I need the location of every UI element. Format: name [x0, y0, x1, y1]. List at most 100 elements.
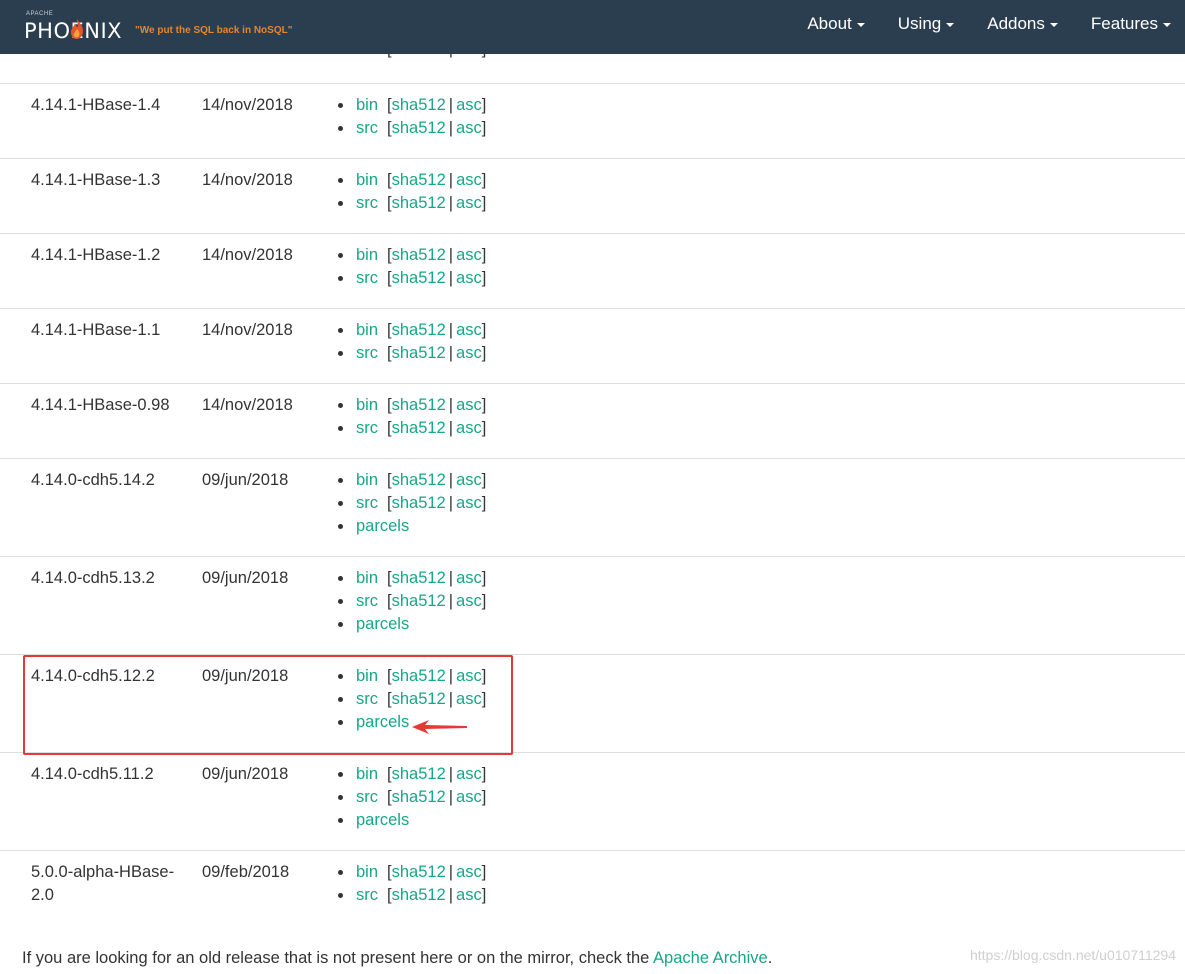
- asc-link[interactable]: asc: [456, 665, 482, 688]
- bin-link[interactable]: bin: [356, 94, 378, 117]
- asc-link[interactable]: asc: [456, 394, 482, 417]
- sha512-link[interactable]: sha512: [392, 861, 446, 884]
- sha512-link[interactable]: sha512: [392, 469, 446, 492]
- bin-link[interactable]: bin: [356, 665, 378, 688]
- separator: |: [448, 246, 454, 264]
- sha512-link[interactable]: sha512: [392, 192, 446, 215]
- bin-link[interactable]: bin: [356, 319, 378, 342]
- src-link[interactable]: src: [356, 267, 378, 290]
- src-link[interactable]: src: [356, 688, 378, 711]
- bin-link[interactable]: bin: [356, 244, 378, 267]
- asc-link[interactable]: asc: [456, 469, 482, 492]
- sha512-link[interactable]: sha512: [392, 665, 446, 688]
- bracket-close: ]: [481, 886, 487, 904]
- separator: |: [448, 667, 454, 685]
- separator: |: [448, 269, 454, 287]
- sha512-link[interactable]: sha512: [392, 417, 446, 440]
- sha512-link[interactable]: sha512: [392, 117, 446, 140]
- bin-link[interactable]: bin: [356, 394, 378, 417]
- parcels-link[interactable]: parcels: [356, 711, 409, 734]
- nav-addons[interactable]: Addons: [987, 14, 1058, 34]
- asc-link[interactable]: asc: [456, 244, 482, 267]
- separator: |: [448, 171, 454, 189]
- src-link[interactable]: src: [356, 342, 378, 365]
- separator: |: [448, 471, 454, 489]
- src-link[interactable]: src: [356, 884, 378, 907]
- parcels-link[interactable]: parcels: [356, 515, 409, 538]
- sha512-link[interactable]: sha512: [392, 319, 446, 342]
- sha512-link[interactable]: sha512: [392, 590, 446, 613]
- bin-link[interactable]: bin: [356, 567, 378, 590]
- src-link[interactable]: src: [356, 417, 378, 440]
- apache-archive-link[interactable]: Apache Archive: [653, 949, 768, 967]
- sha512-link[interactable]: sha512: [392, 688, 446, 711]
- red-arrow-annotation: [412, 720, 467, 734]
- asc-link[interactable]: asc: [456, 169, 482, 192]
- asc-link[interactable]: asc: [456, 567, 482, 590]
- asc-link[interactable]: asc: [456, 319, 482, 342]
- bin-link[interactable]: bin: [356, 763, 378, 786]
- download-links: bin[sha512 | asc] src[sha512 | asc]: [338, 169, 486, 215]
- bin-line: bin[sha512 | asc]: [338, 861, 486, 884]
- nav-about[interactable]: About: [807, 14, 865, 34]
- sha512-link[interactable]: sha512: [392, 169, 446, 192]
- nav-features[interactable]: Features: [1091, 14, 1171, 34]
- asc-link[interactable]: asc: [456, 117, 482, 140]
- src-link[interactable]: src: [356, 492, 378, 515]
- bullet: [338, 351, 343, 356]
- src-link[interactable]: src: [356, 590, 378, 613]
- asc-link[interactable]: asc: [456, 267, 482, 290]
- src-line: src[sha512 | asc]: [338, 267, 486, 290]
- asc-link[interactable]: asc: [456, 492, 482, 515]
- release-date: 09/feb/2018: [202, 863, 290, 881]
- bracket-close: ]: [481, 344, 487, 362]
- bin-link[interactable]: bin: [356, 169, 378, 192]
- sha512-link[interactable]: sha512: [392, 567, 446, 590]
- sha512-link[interactable]: sha512: [392, 394, 446, 417]
- sha512-link[interactable]: sha512: [392, 786, 446, 809]
- release-date: 09/jun/2018: [202, 667, 289, 685]
- src-link[interactable]: src: [356, 786, 378, 809]
- bullet: [338, 697, 343, 702]
- separator: |: [448, 569, 454, 587]
- release-version: 4.14.0-cdh5.13.2: [31, 569, 155, 587]
- asc-link[interactable]: asc: [456, 192, 482, 215]
- asc-link[interactable]: asc: [456, 590, 482, 613]
- nav-features-label: Features: [1090, 14, 1158, 33]
- bracket-close: ]: [481, 765, 487, 783]
- bullet: [338, 818, 343, 823]
- caret-down-icon: [946, 23, 955, 27]
- parcels-link[interactable]: parcels: [356, 809, 409, 832]
- nav-using[interactable]: Using: [898, 14, 955, 34]
- sha512-link[interactable]: sha512: [392, 342, 446, 365]
- sha512-link[interactable]: sha512: [392, 244, 446, 267]
- sha512-link[interactable]: sha512: [392, 267, 446, 290]
- release-row: 4.14.1-HBase-1.2 14/nov/2018 bin[sha512 | as…: [0, 233, 1185, 308]
- bin-link[interactable]: bin: [356, 469, 378, 492]
- src-link[interactable]: src: [356, 117, 378, 140]
- src-link[interactable]: src: [356, 192, 378, 215]
- asc-link[interactable]: asc: [456, 94, 482, 117]
- asc-link[interactable]: asc: [456, 884, 482, 907]
- bin-link[interactable]: bin: [356, 861, 378, 884]
- asc-link[interactable]: asc: [456, 342, 482, 365]
- bullet: [338, 893, 343, 898]
- release-row: 4.14.1-HBase-1.3 14/nov/2018 bin[sha512 | as…: [0, 158, 1185, 233]
- asc-link[interactable]: asc: [456, 688, 482, 711]
- asc-link[interactable]: asc: [456, 786, 482, 809]
- release-date: 14/nov/2018: [202, 396, 293, 414]
- separator: |: [448, 886, 454, 904]
- sha512-link[interactable]: sha512: [392, 763, 446, 786]
- asc-link[interactable]: asc: [456, 861, 482, 884]
- bracket-close: ]: [481, 690, 487, 708]
- release-row: 4.14.0-cdh5.11.2 09/jun/2018 bin[sha512 | as…: [0, 752, 1185, 850]
- sha512-link[interactable]: sha512: [392, 94, 446, 117]
- bullet: [338, 276, 343, 281]
- release-version: 4.14.1-HBase-1.3: [31, 171, 161, 189]
- sha512-link[interactable]: sha512: [392, 884, 446, 907]
- asc-link[interactable]: asc: [456, 763, 482, 786]
- bracket-close: ]: [481, 194, 487, 212]
- asc-link[interactable]: asc: [456, 417, 482, 440]
- sha512-link[interactable]: sha512: [392, 492, 446, 515]
- parcels-link[interactable]: parcels: [356, 613, 409, 636]
